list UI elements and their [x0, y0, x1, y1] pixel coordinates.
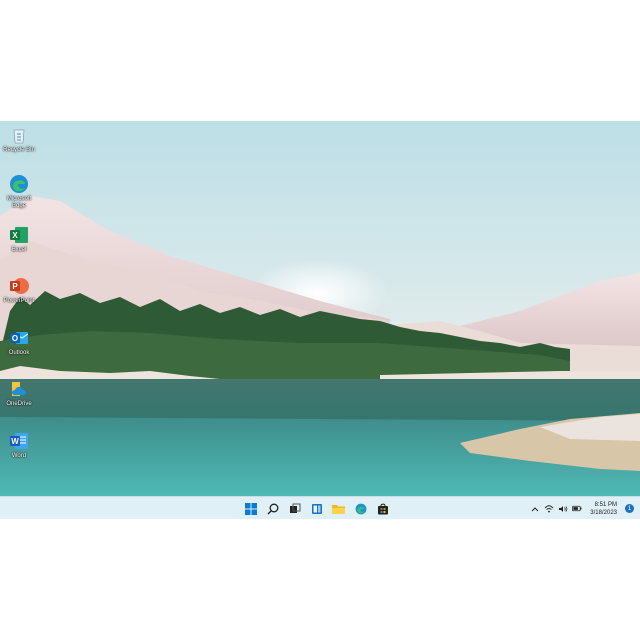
store-button[interactable] [374, 500, 391, 517]
volume-icon[interactable] [558, 504, 568, 514]
outlook-shortcut[interactable]: O Outlook [2, 328, 36, 357]
svg-text:O: O [12, 334, 18, 343]
svg-text:X: X [12, 231, 18, 240]
widgets-icon [311, 503, 322, 514]
svg-text:W: W [11, 437, 19, 446]
desktop-icon-label: PowerPoint [3, 298, 35, 304]
file-explorer-button[interactable] [330, 500, 347, 517]
desktop-icon-label: OneDrive [6, 401, 32, 407]
outlook-icon: O [9, 328, 29, 348]
taskbar: 8:51 PM 3/18/2023 1 [0, 496, 640, 519]
word-icon: W [9, 431, 29, 451]
widgets-button[interactable] [308, 500, 325, 517]
desktop-screen: Recycle Bin Microsoft Edge X Excel P Pow… [0, 121, 640, 519]
excel-shortcut[interactable]: X Excel [2, 225, 36, 254]
recycle-bin-icon [9, 125, 29, 145]
clock-date: 3/18/2023 [590, 509, 617, 516]
start-icon [244, 502, 257, 515]
chevron-up-icon[interactable] [530, 504, 540, 514]
desktop-icon-label: Recycle Bin [3, 147, 35, 153]
desktop-icon-area: Recycle Bin Microsoft Edge X Excel P Pow… [0, 121, 40, 496]
battery-icon[interactable] [572, 504, 582, 514]
start-button[interactable] [242, 500, 259, 517]
search-button[interactable] [264, 500, 281, 517]
powerpoint-icon: P [9, 276, 29, 296]
desktop-icon-label: Excel [11, 247, 27, 253]
desktop-wallpaper [0, 121, 640, 496]
desktop-icon-label: Microsoft Edge [6, 196, 32, 209]
onedrive-shortcut[interactable]: OneDrive [2, 379, 36, 408]
task-view-icon [289, 503, 300, 513]
task-view-button[interactable] [286, 500, 303, 517]
onedrive-icon [9, 379, 29, 399]
desktop-icon-label: Word [11, 453, 27, 459]
search-icon [267, 503, 278, 514]
clock-time: 8:51 PM [594, 501, 617, 508]
system-tray: 8:51 PM 3/18/2023 1 [530, 499, 634, 518]
wifi-icon[interactable] [544, 504, 554, 514]
word-shortcut[interactable]: W Word [2, 431, 36, 460]
file-explorer-icon [332, 504, 345, 514]
taskbar-apps [242, 500, 391, 517]
edge-taskbar-button[interactable] [352, 500, 369, 517]
store-icon [377, 503, 388, 514]
notification-badge[interactable]: 1 [625, 504, 634, 513]
edge-shortcut[interactable]: Microsoft Edge [2, 174, 36, 210]
recycle-bin-shortcut[interactable]: Recycle Bin [2, 125, 36, 154]
edge-icon [355, 503, 366, 514]
taskbar-clock[interactable]: 8:51 PM 3/18/2023 [590, 501, 617, 517]
desktop-icon-label: Outlook [8, 350, 30, 356]
svg-text:P: P [12, 282, 18, 291]
powerpoint-shortcut[interactable]: P PowerPoint [2, 276, 36, 305]
excel-icon: X [9, 225, 29, 245]
edge-icon [9, 174, 29, 194]
